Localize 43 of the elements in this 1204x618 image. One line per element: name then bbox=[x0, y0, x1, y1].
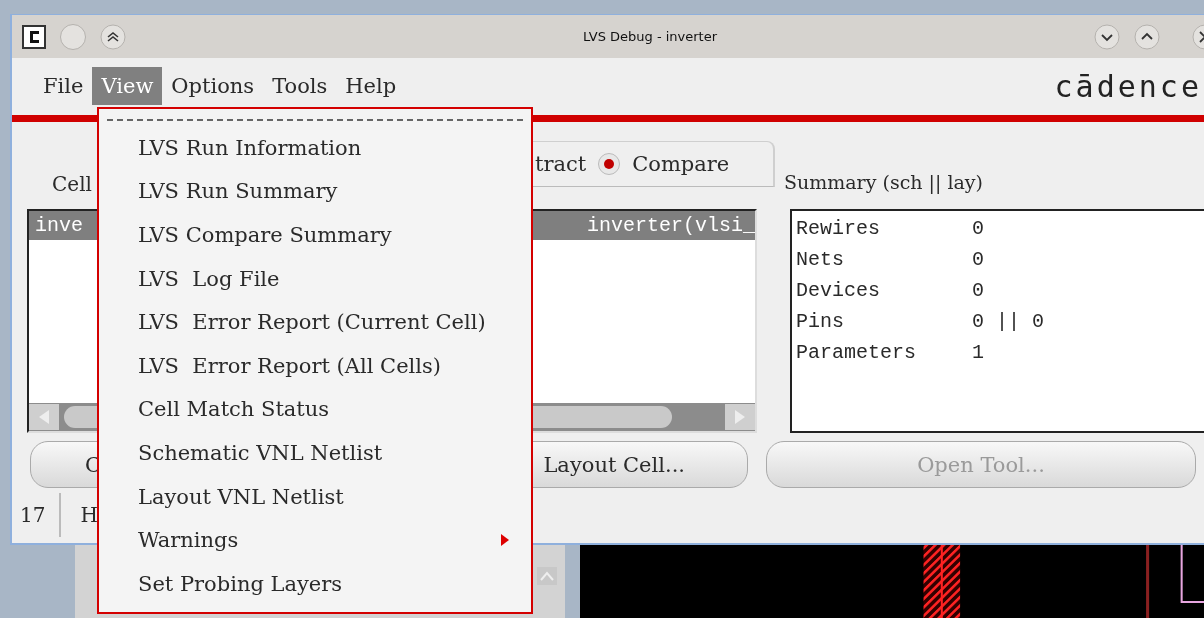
maximize-button[interactable] bbox=[1134, 23, 1160, 50]
summary-value: 1 bbox=[972, 341, 984, 364]
layout-cell-name: inverter(vlsi_ bbox=[586, 214, 755, 237]
compare-radio[interactable] bbox=[598, 153, 621, 175]
submenu-arrow-icon bbox=[501, 534, 509, 547]
scroll-right-icon[interactable] bbox=[725, 403, 755, 431]
summary-value: 0 bbox=[972, 248, 984, 271]
summary-label: Parameters bbox=[796, 341, 918, 364]
summary-value: 0 || 0 bbox=[972, 310, 1044, 333]
summary-label: Nets bbox=[796, 248, 845, 271]
menu-bar-item[interactable]: File bbox=[34, 66, 93, 105]
scroll-left-icon[interactable] bbox=[29, 403, 59, 431]
menu-item[interactable]: LVS Compare Summary bbox=[99, 213, 531, 257]
shade-button[interactable] bbox=[100, 23, 126, 50]
menu-item[interactable]: LVS Error Report (Current Cell) bbox=[99, 300, 531, 344]
cell-label: Cell bbox=[52, 172, 92, 196]
menu-bar-item[interactable]: View bbox=[92, 66, 163, 105]
extract-label: tract bbox=[535, 152, 587, 176]
compare-label[interactable]: Compare bbox=[632, 152, 730, 176]
menu-item[interactable]: LVS Run Summary bbox=[99, 169, 531, 214]
status-field: 17 bbox=[12, 493, 62, 537]
menu-bar-item[interactable]: Options bbox=[162, 66, 264, 105]
tear-off-line[interactable] bbox=[107, 119, 523, 123]
summary-label: Pins bbox=[796, 310, 845, 333]
menu-item[interactable]: Set Probing Layers bbox=[99, 561, 531, 606]
app-icon bbox=[22, 24, 46, 49]
menu-item[interactable]: LVS Error Report (All Cells) bbox=[99, 343, 531, 388]
summary-label: Rewires bbox=[796, 217, 881, 240]
menu-item[interactable]: Cell Match Status bbox=[99, 387, 531, 432]
menu-bar-item[interactable]: Tools bbox=[263, 66, 337, 105]
status-field: H bbox=[61, 493, 98, 537]
summary-label: Devices bbox=[796, 279, 881, 302]
schematic-cell-name: inve bbox=[35, 214, 83, 237]
menu-bar-item[interactable]: Help bbox=[336, 66, 406, 105]
logo: cādence bbox=[1054, 69, 1202, 104]
menu-item[interactable]: Warnings bbox=[99, 518, 531, 562]
menu-item[interactable]: LVS Run Information bbox=[99, 126, 531, 170]
summary-value: 0 bbox=[972, 279, 984, 302]
menu-item[interactable]: LVS Log File bbox=[99, 256, 531, 301]
summary-value: 0 bbox=[972, 217, 984, 240]
summary-title: Summary (sch || lay) bbox=[784, 171, 984, 196]
minimize-button[interactable] bbox=[1094, 23, 1120, 50]
window-title: LVS Debug - inverter bbox=[581, 29, 719, 44]
